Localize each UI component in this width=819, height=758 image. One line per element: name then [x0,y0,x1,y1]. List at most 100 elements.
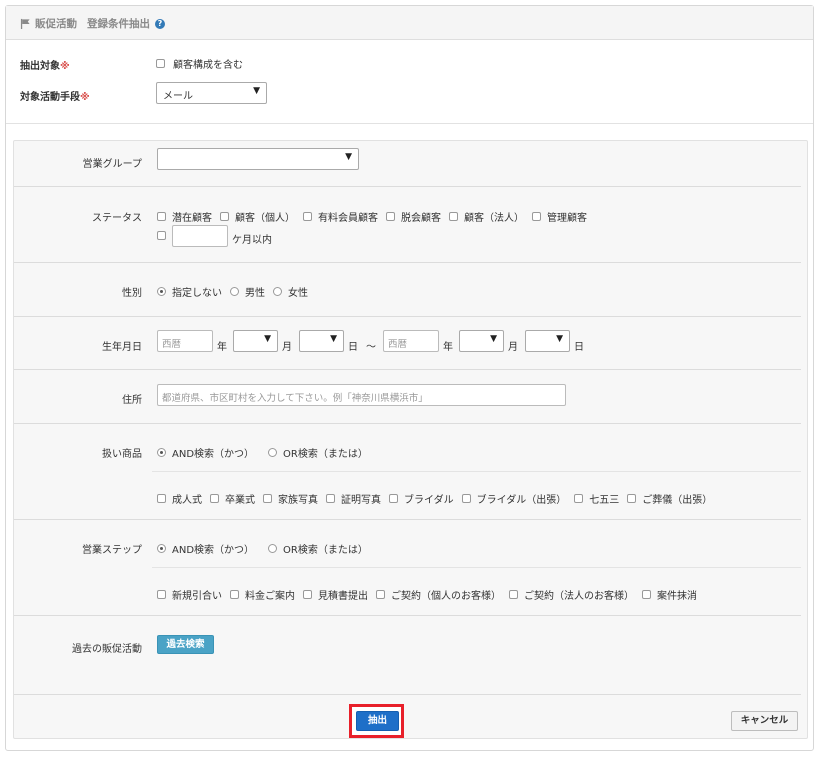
gender-option[interactable]: 指定しない [157,284,222,299]
cancel-button[interactable]: キャンセル [731,711,798,731]
birth-day-from[interactable]: ▼ [299,330,344,352]
product-option[interactable]: ブライダル（出張） [461,491,566,506]
birth-year-from[interactable]: 西暦 [157,330,213,352]
chevron-down-icon: ▼ [345,152,352,162]
checkbox[interactable] [574,494,584,503]
status-option[interactable]: 顧客（個人） [220,209,295,224]
include-members-label: 顧客構成を含む [173,60,243,71]
radio[interactable] [157,287,166,296]
status-options: 潜在顧客 顧客（個人） 有料会員顧客 脱会顧客 顧客（法人） 管理顧客 [157,209,595,224]
help-icon[interactable]: ? [155,18,165,29]
checkbox[interactable] [263,494,272,503]
flag-icon [20,18,30,29]
address-label: 住所 [122,395,142,406]
step-option[interactable]: 見積書提出 [303,587,368,602]
product-option[interactable]: 成人式 [157,491,202,506]
step-option[interactable]: 料金ご案内 [230,587,295,602]
status-option[interactable]: 潜在顧客 [157,209,212,224]
months-input[interactable] [172,225,228,247]
mode-option[interactable]: OR検索（または） [268,541,368,556]
status-option[interactable]: 顧客（法人） [449,209,524,224]
step-option[interactable]: ご契約（法人のお客様） [509,587,634,602]
months-checkbox[interactable] [157,231,166,240]
chevron-down-icon: ▼ [264,334,271,344]
radio[interactable] [273,287,282,296]
steps-label: 営業ステップ [82,545,142,556]
status-option[interactable]: 脱会顧客 [386,209,441,224]
checkbox[interactable] [386,212,395,221]
product-option[interactable]: 卒業式 [210,491,255,506]
radio[interactable] [268,544,278,553]
radio[interactable] [157,544,166,553]
product-option[interactable]: 証明写真 [326,491,381,506]
radio[interactable] [230,287,239,296]
mode-option[interactable]: OR検索（または） [268,445,368,460]
step-option[interactable]: ご契約（個人のお客様） [376,587,501,602]
checkbox[interactable] [449,212,458,221]
products-mode: AND検索（かつ） OR検索（または） [157,445,376,460]
products-label: 扱い商品 [102,449,142,460]
product-option[interactable]: ご葬儀（出張） [627,491,712,506]
checkbox[interactable] [157,494,166,503]
chevron-down-icon: ▼ [253,86,260,96]
target-option[interactable]: 顧客構成を含む [156,56,243,71]
radio[interactable] [268,448,278,457]
status-option[interactable]: 有料会員顧客 [303,209,378,224]
months-suffix: ケ月以内 [232,235,272,246]
status-option[interactable]: 管理顧客 [532,209,587,224]
extract-button[interactable]: 抽出 [356,711,399,731]
include-members-checkbox[interactable] [156,59,165,68]
divider [6,123,813,124]
checkbox[interactable] [157,212,166,221]
product-option[interactable]: 七五三 [574,491,619,506]
birth-label: 生年月日 [102,342,142,353]
step-option[interactable]: 新規引合い [157,587,222,602]
product-option[interactable]: 家族写真 [263,491,318,506]
checkbox[interactable] [326,494,335,503]
gender-option[interactable]: 女性 [273,284,308,299]
status-label: ステータス [92,213,142,224]
radio[interactable] [157,448,166,457]
filter-section: 営業グループ ▼ ステータス 潜在顧客 顧客（個人） 有料会員顧客 脱会顧客 顧… [13,140,808,739]
chevron-down-icon: ▼ [330,334,337,344]
gender-options: 指定しない 男性 女性 [157,284,316,299]
gender-label: 性別 [122,288,142,299]
products-options: 成人式 卒業式 家族写真 証明写真 ブライダル ブライダル（出張） 七五三 ご葬… [157,491,720,506]
chevron-down-icon: ▼ [490,334,497,344]
steps-mode: AND検索（かつ） OR検索（または） [157,541,376,556]
checkbox[interactable] [532,212,541,221]
birth-year-to[interactable]: 西暦 [383,330,439,352]
checkbox[interactable] [627,494,637,503]
address-input[interactable]: 都道府県、市区町村を入力して下さい。例「神奈川県横浜市」 [157,384,566,406]
checkbox[interactable] [220,212,229,221]
checkbox[interactable] [230,590,239,599]
checkbox[interactable] [303,590,312,599]
birth-month-to[interactable]: ▼ [459,330,504,352]
step-option[interactable]: 案件抹消 [642,587,697,602]
method-label: 対象活動手段※ [20,92,90,103]
month-unit: 月 [508,342,518,353]
year-unit: 年 [217,342,227,353]
checkbox[interactable] [461,494,471,503]
group-select[interactable]: ▼ [157,148,359,170]
checkbox[interactable] [389,494,398,503]
checkbox[interactable] [376,590,385,599]
product-option[interactable]: ブライダル [389,491,454,506]
checkbox[interactable] [157,590,166,599]
birth-day-to[interactable]: ▼ [525,330,570,352]
checkbox[interactable] [509,590,518,599]
gender-option[interactable]: 男性 [230,284,265,299]
method-select[interactable]: メール ▼ [156,82,267,104]
mode-option[interactable]: AND検索（かつ） [157,445,254,460]
checkbox[interactable] [642,590,651,599]
page-title: 販促活動 登録条件抽出 ? [20,16,165,31]
month-unit: 月 [282,342,292,353]
header-title: 登録条件抽出 [87,18,150,30]
extract-button-highlight: 抽出 [349,704,404,738]
checkbox[interactable] [303,212,312,221]
group-label: 営業グループ [82,159,142,170]
birth-month-from[interactable]: ▼ [233,330,278,352]
checkbox[interactable] [210,494,219,503]
past-search-button[interactable]: 過去検索 [157,635,214,654]
mode-option[interactable]: AND検索（かつ） [157,541,254,556]
